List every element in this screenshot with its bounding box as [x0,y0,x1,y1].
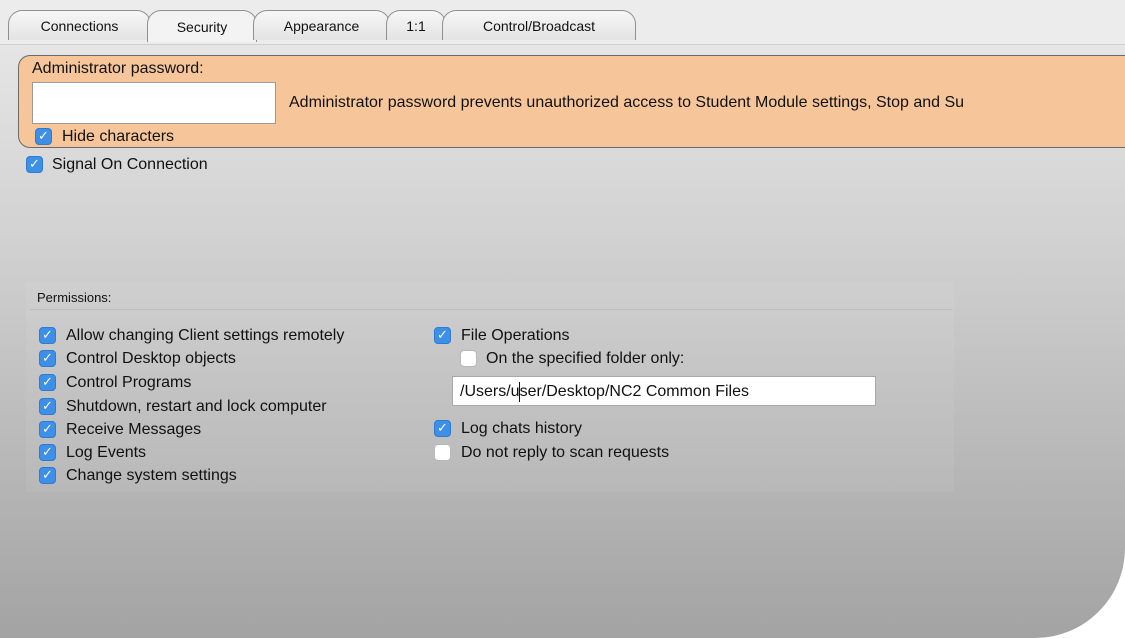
tab-connections[interactable]: Connections [8,10,151,40]
permission-label: Log Events [66,444,147,461]
control-programs-checkbox[interactable] [39,374,56,391]
file-operations-checkbox[interactable] [434,327,451,344]
tab-label: Security [176,18,228,35]
folder-path-input[interactable]: /Users/user/Desktop/NC2 Common Files [452,376,876,406]
permission-label: Control Programs [66,374,192,391]
log-chats-history-checkbox[interactable] [434,420,451,437]
tab-label: Control/Broadcast [482,17,596,34]
tab-control-broadcast[interactable]: Control/Broadcast [442,10,636,40]
permission-label: Control Desktop objects [66,350,236,367]
tab-bar: Connections Security Appearance 1:1 Cont… [0,0,1125,45]
permission-label: Shutdown, restart and lock computer [66,398,327,415]
permission-label: Receive Messages [66,421,202,438]
tab-label: 1:1 [406,17,426,34]
tab-label: Connections [40,17,119,34]
no-scan-reply-label: Do not reply to scan requests [461,444,670,461]
tab-security[interactable]: Security [147,10,257,42]
hide-characters-label: Hide characters [62,128,175,145]
permission-label: Change system settings [66,467,237,484]
file-operations-label: File Operations [461,327,570,344]
hide-characters-checkbox[interactable] [35,128,52,145]
specified-folder-only-label: On the specified folder only: [486,350,685,367]
specified-folder-only-checkbox[interactable] [460,350,477,367]
log-events-checkbox[interactable] [39,444,56,461]
no-scan-reply-checkbox[interactable] [434,444,451,461]
shutdown-restart-lock-checkbox[interactable] [39,398,56,415]
admin-password-label: Administrator password: [32,60,204,77]
permission-label: Allow changing Client settings remotely [66,327,345,344]
signal-on-connection-checkbox[interactable] [26,156,43,173]
signal-on-connection-label: Signal On Connection [52,156,208,173]
preferences-window: Connections Security Appearance 1:1 Cont… [0,0,1125,638]
tab-label: Appearance [283,17,360,34]
allow-remote-settings-checkbox[interactable] [39,327,56,344]
tab-appearance[interactable]: Appearance [253,10,390,40]
log-chats-history-label: Log chats history [461,420,582,437]
admin-password-input[interactable] [32,82,276,124]
permissions-title: Permissions: [37,290,112,305]
receive-messages-checkbox[interactable] [39,421,56,438]
permissions-divider [30,309,952,310]
change-system-settings-checkbox[interactable] [39,467,56,484]
admin-password-help-text: Administrator password prevents unauthor… [289,94,965,111]
tab-one-to-one[interactable]: 1:1 [386,10,446,40]
control-desktop-objects-checkbox[interactable] [39,350,56,367]
text-caret [519,382,520,402]
